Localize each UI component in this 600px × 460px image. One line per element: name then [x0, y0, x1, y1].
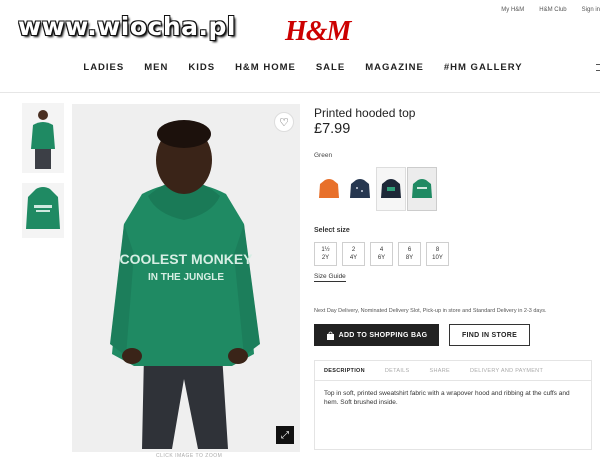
- size-top: 6: [407, 247, 412, 253]
- size-top: 4: [379, 247, 384, 253]
- add-to-bag-button[interactable]: ADD TO SHOPPING BAG: [314, 324, 439, 346]
- size-option[interactable]: 2 4Y: [342, 242, 365, 266]
- nav-hm-gallery[interactable]: #HM GALLERY: [444, 62, 523, 73]
- hoodie-swatch-icon: [319, 179, 339, 198]
- color-swatch-navy[interactable]: [345, 167, 375, 211]
- hoodie-print-line2: IN THE JUNGLE: [148, 272, 224, 283]
- nav-kids[interactable]: KIDS: [188, 62, 215, 73]
- size-option[interactable]: 4 6Y: [370, 242, 393, 266]
- size-option[interactable]: 1½ 2Y: [314, 242, 337, 266]
- find-in-store-button[interactable]: FIND IN STORE: [449, 324, 530, 346]
- expand-icon[interactable]: ⤢: [276, 426, 294, 444]
- description-text: Top in soft, printed sweatshirt fabric w…: [324, 390, 570, 406]
- watermark-text: www.wiocha.pl: [18, 12, 236, 41]
- hm-logo[interactable]: H&M: [285, 16, 351, 48]
- size-bottom: 10Y: [432, 255, 443, 261]
- delivery-info: Next Day Delivery, Nominated Delivery Sl…: [314, 308, 547, 314]
- hoodie-print-line1: COOLEST MONKEY: [119, 251, 253, 267]
- top-links: My H&M H&M Club Sign in: [501, 7, 600, 13]
- product-title: Printed hooded top: [314, 106, 416, 120]
- menu-icon-bar: [596, 70, 600, 71]
- nav-men[interactable]: MEN: [144, 62, 168, 73]
- color-swatch-green[interactable]: [407, 167, 437, 211]
- size-option[interactable]: 6 8Y: [398, 242, 421, 266]
- tab-share[interactable]: SHARE: [430, 368, 450, 374]
- sign-in-link[interactable]: Sign in: [582, 7, 600, 13]
- thumbnail-hoodie[interactable]: [22, 183, 64, 238]
- product-main-image[interactable]: COOLEST MONKEY IN THE JUNGLE: [72, 104, 300, 452]
- size-option[interactable]: 8 10Y: [426, 242, 449, 266]
- thumbnail-hoodie-image: [26, 187, 60, 229]
- add-to-bag-label: ADD TO SHOPPING BAG: [338, 331, 428, 339]
- main-nav: LADIES MEN KIDS H&M HOME SALE MAGAZINE #…: [0, 62, 600, 73]
- menu-icon[interactable]: [596, 64, 600, 65]
- select-size-label: Select size: [314, 227, 350, 234]
- thumbnail-model[interactable]: [22, 103, 64, 173]
- size-guide-link[interactable]: Size Guide: [314, 273, 346, 282]
- description-panel: Top in soft, printed sweatshirt fabric w…: [314, 380, 592, 450]
- favourite-heart-icon[interactable]: ♡: [274, 112, 294, 132]
- hoodie-swatch-icon: [350, 179, 370, 198]
- thumbnail-model-image: [31, 110, 55, 169]
- size-top: 8: [435, 247, 440, 253]
- selected-color-label: Green: [314, 152, 333, 159]
- nav-magazine[interactable]: MAGAZINE: [365, 62, 424, 73]
- size-bottom: 4Y: [349, 255, 358, 261]
- image-caption: CLICK IMAGE TO ZOOM: [156, 453, 223, 459]
- find-in-store-label: FIND IN STORE: [461, 331, 518, 339]
- header-divider: [0, 92, 600, 93]
- nav-ladies[interactable]: LADIES: [83, 62, 124, 73]
- hm-club-link[interactable]: H&M Club: [539, 7, 566, 13]
- size-bottom: 8Y: [405, 255, 414, 261]
- color-swatch-dark[interactable]: [376, 167, 406, 211]
- color-swatch-orange[interactable]: [314, 167, 344, 211]
- nav-sale[interactable]: SALE: [316, 62, 345, 73]
- tab-delivery-payment[interactable]: DELIVERY AND PAYMENT: [470, 368, 543, 374]
- model-illustration: COOLEST MONKEY IN THE JUNGLE: [72, 104, 300, 452]
- tab-details[interactable]: DETAILS: [385, 368, 410, 374]
- hoodie-swatch-icon: [412, 179, 432, 198]
- nav-hm-home[interactable]: H&M HOME: [235, 62, 296, 73]
- hoodie-swatch-icon: [381, 179, 401, 198]
- size-bottom: 2Y: [321, 255, 330, 261]
- my-hm-link[interactable]: My H&M: [501, 7, 524, 13]
- info-tabs: DESCRIPTION DETAILS SHARE DELIVERY AND P…: [314, 360, 592, 380]
- size-bottom: 6Y: [377, 255, 386, 261]
- size-top: 1½: [321, 247, 330, 253]
- size-top: 2: [351, 247, 356, 253]
- product-price: £7.99: [314, 121, 351, 137]
- shopping-bag-icon: [326, 331, 334, 340]
- tab-description[interactable]: DESCRIPTION: [324, 368, 365, 374]
